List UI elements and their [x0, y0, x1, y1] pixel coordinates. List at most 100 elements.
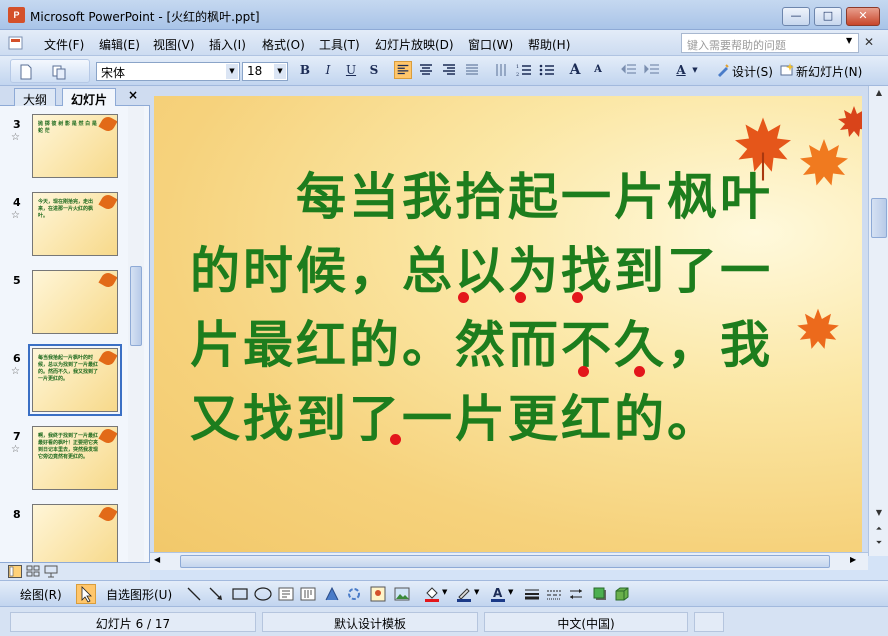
svg-text:1: 1 — [516, 64, 519, 70]
maximize-button[interactable]: □ — [814, 7, 842, 26]
help-dropdown-icon[interactable]: ▼ — [846, 36, 852, 45]
thumbnail-text: 今天，现在刚拾完，走出来，在进那一片火红的枫叶。 — [38, 199, 94, 219]
maple-leaf-icon — [838, 106, 862, 137]
grow-font-button[interactable]: A — [566, 61, 584, 79]
close-document-button[interactable]: ✕ — [864, 35, 874, 49]
menu-help[interactable]: 帮助(H) — [528, 36, 570, 53]
slide-thumbnail[interactable] — [32, 504, 118, 568]
bullet-list-icon[interactable] — [538, 61, 556, 79]
vertical-scrollbar[interactable]: ▲ ▼ ⏶ ⏷ — [868, 86, 888, 556]
italic-button[interactable]: I — [319, 61, 337, 79]
next-slide-icon[interactable]: ⏷ — [871, 538, 887, 552]
slide-sorter-icon[interactable] — [26, 565, 40, 578]
insert-picture-icon[interactable] — [394, 586, 410, 602]
menu-window[interactable]: 窗口(W) — [468, 36, 513, 53]
font-name-select[interactable]: 宋体 ▼ — [96, 62, 240, 81]
minimize-button[interactable]: — — [782, 7, 810, 26]
scroll-down-icon[interactable]: ▼ — [871, 508, 887, 522]
chevron-down-icon[interactable]: ▼ — [226, 64, 238, 79]
oval-tool-icon[interactable] — [254, 586, 272, 602]
menu-slideshow[interactable]: 幻灯片放映(D) — [375, 36, 454, 53]
scroll-left-icon[interactable]: ◀ — [154, 555, 160, 564]
slide-number: 5 — [13, 274, 21, 287]
panel-scroll-thumb[interactable] — [130, 266, 142, 346]
decrease-indent-icon[interactable] — [620, 61, 638, 79]
scroll-right-icon[interactable]: ▶ — [850, 555, 856, 564]
arrow-style-icon[interactable] — [568, 586, 584, 602]
horizontal-scrollbar[interactable]: ◀ ▶ — [150, 552, 868, 570]
font-color-button[interactable]: A — [672, 61, 690, 79]
menu-insert[interactable]: 插入(I) — [209, 36, 246, 53]
chevron-down-icon[interactable]: ▼ — [442, 588, 447, 596]
menu-file[interactable]: 文件(F) — [44, 36, 84, 53]
new-slide-icon[interactable] — [780, 63, 794, 77]
tab-slides[interactable]: 幻灯片 — [62, 88, 117, 107]
line-style-icon[interactable] — [524, 586, 540, 602]
slide-thumbnail[interactable]: 抛 掷 彼 树 影 是 然 白 是 蛇 茫 — [32, 114, 118, 178]
bold-button[interactable]: B — [296, 61, 314, 79]
vertical-textbox-icon[interactable] — [300, 586, 316, 602]
align-left-icon[interactable] — [394, 61, 412, 79]
textbox-tool-icon[interactable] — [278, 586, 294, 602]
font-color-icon[interactable]: A — [490, 586, 506, 602]
align-right-icon[interactable] — [440, 61, 458, 79]
align-center-icon[interactable] — [417, 61, 435, 79]
copy-icon[interactable] — [51, 64, 67, 80]
chevron-down-icon[interactable]: ▼ — [508, 588, 513, 596]
menu-tools[interactable]: 工具(T) — [319, 36, 360, 53]
design-icon[interactable] — [716, 63, 730, 77]
chevron-down-icon[interactable]: ▼ — [274, 64, 286, 79]
slide-thumbnail-selected[interactable]: 每当我拾起一片枫叶的时候，总以为找到了一片最红的。然而不久，我又找到了一片更红的… — [28, 344, 122, 416]
tab-outline[interactable]: 大纲 — [14, 88, 57, 107]
rectangle-tool-icon[interactable] — [232, 586, 248, 602]
help-search-input[interactable]: 键入需要帮助的问题 — [681, 33, 859, 53]
design-button[interactable]: 设计(S) — [732, 63, 773, 80]
fill-color-icon[interactable] — [424, 586, 440, 602]
increase-indent-icon[interactable] — [643, 61, 661, 79]
arrow-tool-icon[interactable] — [208, 586, 224, 602]
new-slide-button[interactable]: 新幻灯片(N) — [796, 63, 862, 80]
animation-star-icon: ☆ — [11, 444, 20, 455]
numbered-list-icon[interactable]: 12 — [515, 61, 533, 79]
new-document-icon[interactable] — [19, 64, 33, 80]
diagram-icon[interactable] — [346, 586, 362, 602]
document-icon[interactable] — [8, 36, 24, 50]
panel-close-button[interactable]: × — [128, 88, 138, 102]
chevron-down-icon[interactable]: ▼ — [690, 61, 700, 79]
wordart-icon[interactable] — [324, 586, 340, 602]
font-size-select[interactable]: 18 ▼ — [242, 62, 288, 81]
normal-view-icon[interactable] — [8, 565, 22, 578]
distributed-align-icon[interactable] — [463, 61, 481, 79]
clipart-icon[interactable] — [370, 586, 386, 602]
slide-thumbnail[interactable]: 今天，现在刚拾完，走出来，在进那一片火红的枫叶。 — [32, 192, 118, 256]
slide-thumbnail[interactable]: 啊，我终于找到了一片最红最好看的枫叶！正要把它夹到日记本里去，突然我发现它旁边竟… — [32, 426, 118, 490]
line-tool-icon[interactable] — [186, 586, 202, 602]
chevron-down-icon[interactable]: ▼ — [474, 588, 479, 596]
vertical-text-icon[interactable] — [492, 61, 510, 79]
vertical-scroll-thumb[interactable] — [871, 198, 887, 238]
animation-star-icon: ☆ — [11, 132, 20, 143]
menu-view[interactable]: 视图(V) — [153, 36, 195, 53]
line-color-icon[interactable] — [456, 586, 472, 602]
slideshow-icon[interactable] — [44, 565, 58, 578]
slide-canvas[interactable]: 每当我拾起一片枫叶的时候，总以为找到了一片最红的。然而不久，我又找到了一片更红的… — [154, 96, 862, 552]
autoshapes-menu-button[interactable]: 自选图形(U) — [106, 586, 172, 603]
scroll-up-icon[interactable]: ▲ — [871, 88, 887, 102]
horizontal-scroll-thumb[interactable] — [180, 555, 830, 568]
powerpoint-app-icon[interactable]: P — [8, 7, 25, 23]
menu-edit[interactable]: 编辑(E) — [99, 36, 140, 53]
slide-thumbnail[interactable] — [32, 270, 118, 334]
underline-button[interactable]: U — [342, 61, 360, 79]
close-button[interactable]: ✕ — [846, 7, 880, 26]
shadow-button[interactable]: S — [365, 61, 383, 79]
shrink-font-button[interactable]: A — [589, 61, 607, 79]
menu-format[interactable]: 格式(O) — [262, 36, 305, 53]
shadow-style-icon[interactable] — [592, 586, 608, 602]
previous-slide-icon[interactable]: ⏶ — [871, 524, 887, 538]
slide-body-text[interactable]: 每当我拾起一片枫叶的时候，总以为找到了一片最红的。然而不久，我又找到了一片更红的… — [190, 160, 810, 456]
3d-style-icon[interactable] — [614, 586, 630, 602]
window-title: Microsoft PowerPoint - [火红的枫叶.ppt] — [30, 10, 260, 24]
dash-style-icon[interactable] — [546, 586, 562, 602]
select-pointer-icon[interactable] — [76, 584, 96, 604]
draw-menu-button[interactable]: 绘图(R) — [20, 586, 62, 603]
